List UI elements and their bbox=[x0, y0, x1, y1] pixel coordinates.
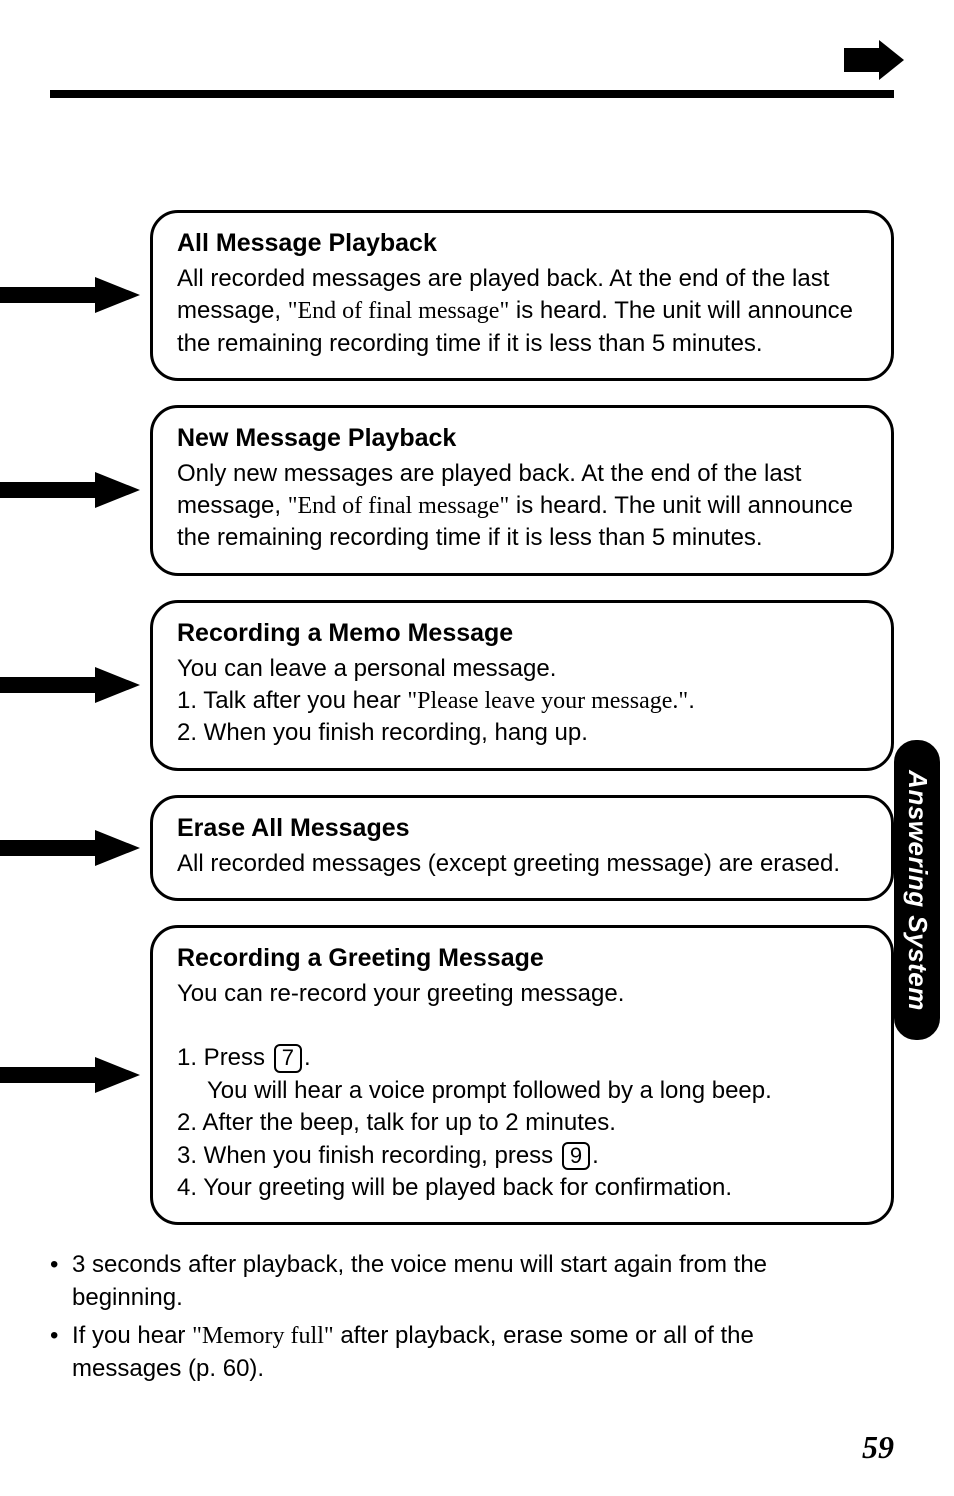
section-tab: Answering System bbox=[894, 740, 940, 1040]
info-box-recording-memo: Recording a Memo Message You can leave a… bbox=[150, 600, 894, 771]
box-body: All recorded messages are played back. A… bbox=[177, 263, 867, 360]
info-box-recording-greeting: Recording a Greeting Message You can re-… bbox=[150, 925, 894, 1225]
box-body: You can re-record your greeting message.… bbox=[177, 978, 867, 1205]
box-row: Erase All Messages All recorded messages… bbox=[0, 795, 894, 901]
section-tab-label: Answering System bbox=[902, 770, 933, 1011]
manual-page: Answering System All Message Playback Al… bbox=[0, 0, 954, 1496]
box-body: You can leave a personal message.1. Talk… bbox=[177, 653, 867, 750]
list-item-text: 3 seconds after playback, the voice menu… bbox=[72, 1249, 814, 1314]
info-box-all-message-playback: All Message Playback All recorded messag… bbox=[150, 210, 894, 381]
box-body: All recorded messages (except greeting m… bbox=[177, 848, 867, 880]
bullet-icon: • bbox=[50, 1249, 72, 1314]
box-row: New Message Playback Only new messages a… bbox=[0, 405, 894, 576]
pointer-arrow-icon bbox=[0, 828, 150, 868]
list-item: • If you hear "Memory full" after playba… bbox=[50, 1320, 814, 1385]
box-body: Only new messages are played back. At th… bbox=[177, 458, 867, 555]
box-title: Recording a Greeting Message bbox=[177, 942, 867, 976]
header-rule bbox=[50, 90, 894, 98]
info-box-erase-all: Erase All Messages All recorded messages… bbox=[150, 795, 894, 901]
notes-list: • 3 seconds after playback, the voice me… bbox=[50, 1249, 814, 1385]
pointer-arrow-icon bbox=[0, 470, 150, 510]
content-area: All Message Playback All recorded messag… bbox=[0, 210, 894, 1391]
next-page-arrow-icon bbox=[844, 40, 904, 85]
page-number: 59 bbox=[862, 1429, 894, 1466]
box-title: Erase All Messages bbox=[177, 812, 867, 846]
pointer-arrow-icon bbox=[0, 1055, 150, 1095]
list-item: • 3 seconds after playback, the voice me… bbox=[50, 1249, 814, 1314]
pointer-arrow-icon bbox=[0, 275, 150, 315]
box-title: Recording a Memo Message bbox=[177, 617, 867, 651]
box-row: Recording a Memo Message You can leave a… bbox=[0, 600, 894, 771]
box-row: Recording a Greeting Message You can re-… bbox=[0, 925, 894, 1225]
info-box-new-message-playback: New Message Playback Only new messages a… bbox=[150, 405, 894, 576]
box-title: All Message Playback bbox=[177, 227, 867, 261]
bullet-icon: • bbox=[50, 1320, 72, 1385]
pointer-arrow-icon bbox=[0, 665, 150, 705]
box-title: New Message Playback bbox=[177, 422, 867, 456]
list-item-text: If you hear "Memory full" after playback… bbox=[72, 1320, 814, 1385]
box-row: All Message Playback All recorded messag… bbox=[0, 210, 894, 381]
